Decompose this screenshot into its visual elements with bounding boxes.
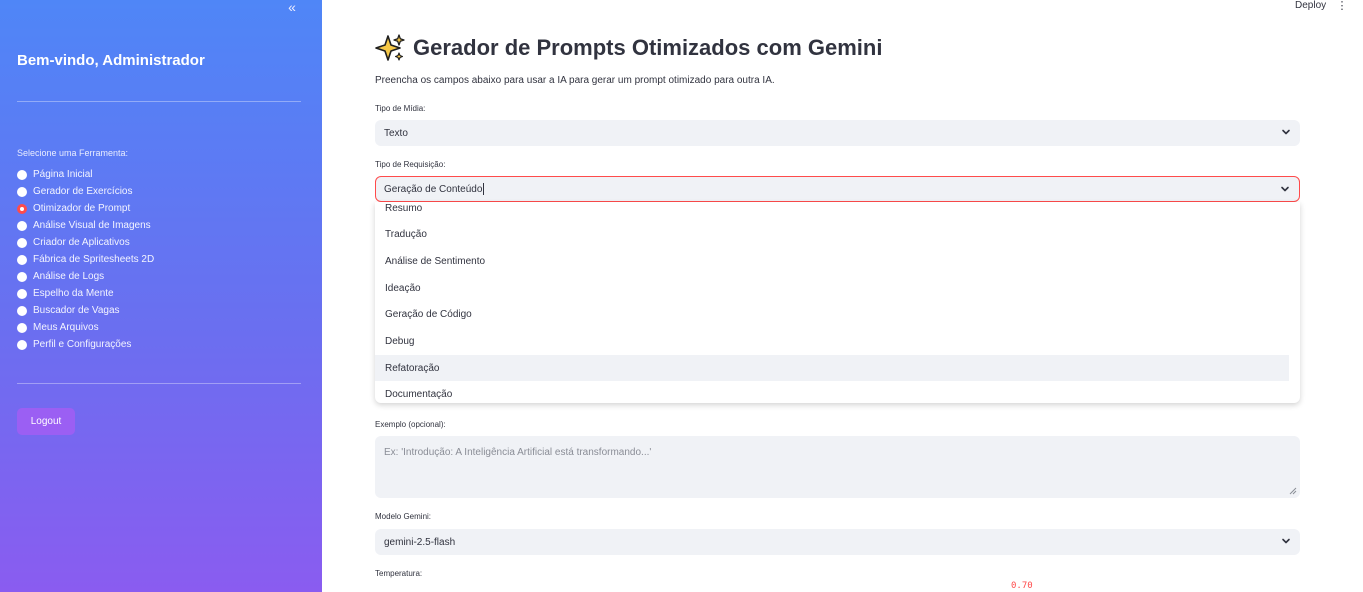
radio-unchecked-icon[interactable]: [17, 322, 27, 333]
sidebar-item-label: Otimizador de Prompt: [33, 203, 131, 214]
main-content: Gerador de Prompts Otimizados com Gemini…: [375, 0, 1300, 592]
radio-unchecked-icon[interactable]: [17, 288, 27, 299]
tool-selector-label: Selecione uma Ferramenta:: [17, 148, 129, 158]
request-type-value: Geração de Conteúdo: [384, 183, 483, 195]
page-description: Preencha os campos abaixo para usar a IA…: [375, 75, 775, 86]
sidebar: « Bem-vindo, Administrador Selecione uma…: [0, 0, 322, 592]
sidebar-item[interactable]: Análise de Logs: [17, 268, 154, 285]
sidebar-item-label: Criador de Aplicativos: [33, 237, 130, 248]
text-cursor: [483, 183, 485, 195]
tool-radio-group: Página Inicial Gerador de Exercícios Otimi…: [17, 166, 154, 353]
page-title: Gerador de Prompts Otimizados com Gemini: [375, 33, 882, 63]
radio-unchecked-icon[interactable]: [17, 271, 27, 282]
model-select[interactable]: gemini-2.5-flash: [375, 529, 1300, 555]
sidebar-item[interactable]: Fábrica de Spritesheets 2D: [17, 251, 154, 268]
sidebar-item-label: Buscador de Vagas: [33, 305, 120, 316]
sidebar-item[interactable]: Criador de Aplicativos: [17, 234, 154, 251]
dropdown-scrollbar[interactable]: [1293, 206, 1298, 396]
dropdown-option[interactable]: Resumo: [375, 202, 1289, 221]
dropdown-option[interactable]: Tradução: [375, 222, 1289, 248]
sidebar-item-label: Fábrica de Spritesheets 2D: [33, 254, 155, 265]
sidebar-divider: [17, 101, 301, 102]
sidebar-item-label: Análise de Logs: [33, 271, 105, 282]
sidebar-item[interactable]: Gerador de Exercícios: [17, 183, 154, 200]
sidebar-item-label: Meus Arquivos: [33, 322, 99, 333]
example-label: Exemplo (opcional):: [375, 420, 446, 429]
model-value: gemini-2.5-flash: [384, 536, 456, 548]
welcome-heading: Bem-vindo, Administrador: [17, 52, 205, 69]
sidebar-item[interactable]: Buscador de Vagas: [17, 302, 154, 319]
sidebar-divider: [17, 383, 301, 384]
request-type-dropdown-menu: Documentação Refatoração Debug Geração de C…: [375, 202, 1300, 403]
example-placeholder: Ex: 'Introdução: A Inteligência Artifici…: [384, 447, 652, 458]
chevron-down-icon: [1282, 129, 1290, 135]
sidebar-item[interactable]: Perfil e Configurações: [17, 336, 154, 353]
page-title-text: Gerador de Prompts Otimizados com Gemini: [413, 35, 883, 60]
main-menu-icon[interactable]: ⋮: [1336, 0, 1348, 12]
model-label: Modelo Gemini:: [375, 512, 432, 521]
radio-unchecked-icon[interactable]: [17, 237, 27, 248]
sidebar-item-label: Espelho da Mente: [33, 288, 114, 299]
sidebar-item[interactable]: Meus Arquivos: [17, 319, 154, 336]
dropdown-option[interactable]: Debug: [375, 329, 1289, 355]
dropdown-option[interactable]: Análise de Sentimento: [375, 248, 1289, 274]
example-textarea[interactable]: Ex: 'Introdução: A Inteligência Artifici…: [375, 436, 1300, 498]
sidebar-item-label: Perfil e Configurações: [33, 339, 132, 350]
temperature-slider-value[interactable]: 0.70: [1011, 581, 1033, 591]
dropdown-option[interactable]: Documentação: [375, 382, 1289, 403]
radio-unchecked-icon[interactable]: [17, 220, 27, 231]
dropdown-option[interactable]: Refatoração: [375, 355, 1289, 382]
radio-unchecked-icon[interactable]: [17, 339, 27, 350]
sidebar-item-label: Análise Visual de Imagens: [33, 220, 151, 231]
logout-button[interactable]: Logout: [17, 408, 75, 435]
sidebar-item[interactable]: Página Inicial: [17, 166, 154, 183]
sidebar-item[interactable]: Espelho da Mente: [17, 285, 154, 302]
resize-handle-icon[interactable]: [1289, 487, 1297, 495]
sparkles-icon: [375, 34, 405, 61]
radio-checked-icon[interactable]: [17, 203, 27, 214]
chevron-down-icon: [1281, 186, 1289, 192]
media-type-value: Texto: [384, 127, 408, 139]
radio-unchecked-icon[interactable]: [17, 254, 27, 265]
radio-unchecked-icon[interactable]: [17, 305, 27, 316]
sidebar-item-label: Gerador de Exercícios: [33, 186, 133, 197]
sidebar-item[interactable]: Otimizador de Prompt: [17, 200, 154, 217]
dropdown-option[interactable]: Ideação: [375, 275, 1289, 301]
dropdown-option[interactable]: Geração de Código: [375, 302, 1289, 328]
radio-unchecked-icon[interactable]: [17, 186, 27, 197]
sidebar-item-label: Página Inicial: [33, 169, 93, 180]
media-type-label: Tipo de Mídia:: [375, 104, 426, 113]
request-type-label: Tipo de Requisição:: [375, 160, 446, 169]
chevron-down-icon: [1282, 538, 1290, 544]
media-type-select[interactable]: Texto: [375, 120, 1300, 146]
collapse-sidebar-icon[interactable]: «: [282, 0, 302, 16]
radio-unchecked-icon[interactable]: [17, 169, 27, 180]
temperature-label: Temperatura:: [375, 569, 423, 578]
sidebar-item[interactable]: Análise Visual de Imagens: [17, 217, 154, 234]
request-type-select[interactable]: Geração de Conteúdo: [375, 176, 1300, 202]
